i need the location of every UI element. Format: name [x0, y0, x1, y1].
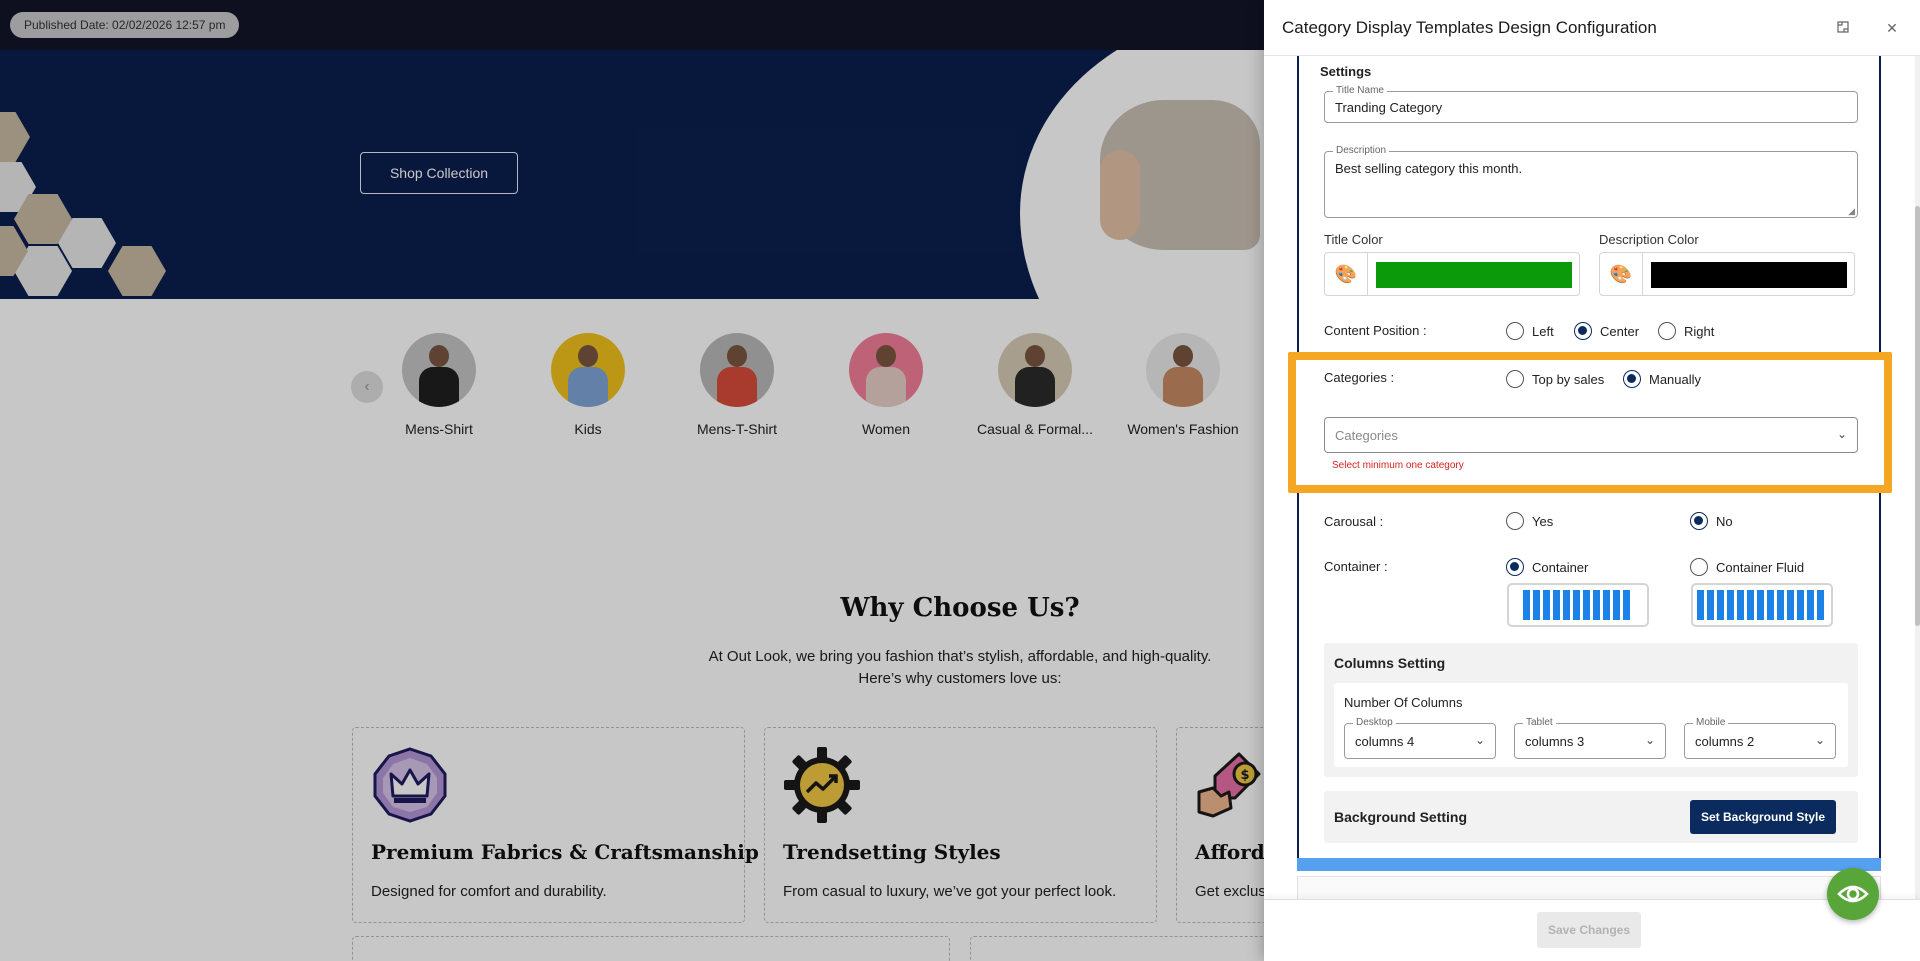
description-legend: Description — [1333, 145, 1390, 157]
preview-fab-button[interactable] — [1827, 868, 1879, 920]
radio-label: Yes — [1532, 513, 1554, 529]
radio-circle — [1506, 558, 1524, 576]
radio-label: Right — [1684, 323, 1715, 339]
description-color-swatch[interactable] — [1651, 262, 1847, 288]
radio-circle — [1506, 512, 1524, 530]
chevron-down-icon: ⌄ — [1474, 733, 1485, 747]
tablet-columns-value: columns 3 — [1525, 734, 1585, 749]
desktop-columns-select[interactable]: Desktop columns 4 ⌄ — [1344, 717, 1496, 759]
chevron-down-icon: ⌄ — [1836, 427, 1847, 441]
scrollbar-thumb[interactable] — [1915, 206, 1920, 626]
columns-setting-panel: Columns Setting Number Of Columns Deskto… — [1324, 643, 1858, 777]
categories-label: Categories : — [1324, 370, 1395, 385]
mobile-legend: Mobile — [1693, 717, 1729, 729]
background-setting-title: Background Setting — [1334, 809, 1468, 825]
set-background-style-button[interactable]: Set Background Style — [1690, 800, 1836, 834]
title-name-legend: Title Name — [1333, 85, 1387, 97]
title-color-label: Title Color — [1324, 232, 1383, 247]
container-label: Container : — [1324, 559, 1388, 574]
categories-placeholder: Categories — [1335, 428, 1398, 443]
palette-icon[interactable]: 🎨 — [1600, 253, 1643, 295]
radio-circle — [1690, 512, 1708, 530]
radio-circle — [1658, 322, 1676, 340]
number-of-columns-panel: Number Of Columns Desktop columns 4 ⌄ Ta… — [1334, 683, 1848, 767]
drawer-header: Category Display Templates Design Config… — [1264, 0, 1920, 56]
radio-circle — [1506, 370, 1524, 388]
categories-top-by-sales-radio[interactable]: Top by sales — [1506, 369, 1604, 389]
title-color-swatch[interactable] — [1376, 262, 1572, 288]
content-position-right-radio[interactable]: Right — [1658, 321, 1714, 341]
expand-icon[interactable] — [1831, 16, 1855, 40]
drawer-footer: Save Changes — [1264, 899, 1920, 961]
expand-icon-glyph — [1837, 21, 1849, 33]
drawer-title: Category Display Templates Design Config… — [1282, 18, 1657, 37]
tablet-columns-select[interactable]: Tablet columns 3 ⌄ — [1514, 717, 1666, 759]
radio-circle — [1623, 370, 1641, 388]
desktop-legend: Desktop — [1353, 717, 1396, 729]
carousal-label: Carousal : — [1324, 514, 1384, 529]
radio-label: Manually — [1649, 371, 1702, 387]
description-field[interactable]: Description Best selling category this m… — [1324, 145, 1858, 218]
title-name-value: Tranding Category — [1335, 100, 1443, 115]
container-fluid-radio[interactable]: Container Fluid — [1690, 557, 1804, 577]
radio-label: Left — [1532, 323, 1554, 339]
close-icon[interactable]: ✕ — [1880, 16, 1904, 40]
container-fluid-bars-icon — [1697, 590, 1827, 620]
categories-select[interactable]: Categories ⌄ — [1324, 417, 1858, 453]
chevron-down-icon: ⌄ — [1814, 733, 1825, 747]
description-color-picker[interactable]: 🎨 — [1599, 252, 1855, 296]
radio-label: No — [1716, 513, 1733, 529]
columns-setting-title: Columns Setting — [1334, 655, 1446, 671]
title-name-field[interactable]: Title Name Tranding Category — [1324, 85, 1858, 123]
radio-circle — [1506, 322, 1524, 340]
carousal-no-radio[interactable]: No — [1690, 511, 1733, 531]
config-drawer: Category Display Templates Design Config… — [1264, 0, 1920, 961]
resize-handle-icon[interactable]: ◢ — [1848, 206, 1855, 217]
categories-error: Select minimum one category — [1332, 460, 1464, 471]
container-layout-preview[interactable] — [1507, 583, 1649, 627]
container-radio[interactable]: Container — [1506, 557, 1588, 577]
tablet-legend: Tablet — [1523, 717, 1556, 729]
radio-label: Container Fluid — [1716, 559, 1805, 575]
mobile-columns-select[interactable]: Mobile columns 2 ⌄ — [1684, 717, 1836, 759]
carousal-yes-radio[interactable]: Yes — [1506, 511, 1553, 531]
save-changes-button[interactable]: Save Changes — [1537, 912, 1641, 948]
container-fluid-layout-preview[interactable] — [1691, 583, 1833, 627]
radio-label: Container — [1532, 559, 1589, 575]
content-position-label: Content Position : — [1324, 323, 1427, 338]
desktop-columns-value: columns 4 — [1355, 734, 1415, 749]
chevron-down-icon: ⌄ — [1644, 733, 1655, 747]
section-accent-strip — [1297, 858, 1881, 871]
settings-heading: Settings — [1320, 64, 1372, 79]
title-color-picker[interactable]: 🎨 — [1324, 252, 1580, 296]
radio-circle — [1574, 322, 1592, 340]
radio-label: Center — [1600, 323, 1640, 339]
drawer-scrollbar[interactable] — [1915, 56, 1920, 899]
description-value: Best selling category this month. — [1335, 161, 1523, 176]
template-preview-card[interactable] — [1297, 876, 1881, 899]
drawer-body[interactable]: Settings Title Name Tranding Category De… — [1264, 56, 1920, 899]
background-setting-panel: Background Setting Set Background Style — [1324, 791, 1858, 843]
number-of-columns-label: Number Of Columns — [1344, 695, 1463, 710]
content-position-left-radio[interactable]: Left — [1506, 321, 1554, 341]
radio-label: Top by sales — [1532, 371, 1605, 387]
description-color-label: Description Color — [1599, 232, 1699, 247]
content-position-center-radio[interactable]: Center — [1574, 321, 1639, 341]
palette-icon[interactable]: 🎨 — [1325, 253, 1368, 295]
eye-icon — [1837, 885, 1869, 903]
radio-circle — [1690, 558, 1708, 576]
categories-manually-radio[interactable]: Manually — [1623, 369, 1701, 389]
container-bars-icon — [1523, 590, 1631, 620]
mobile-columns-value: columns 2 — [1695, 734, 1755, 749]
